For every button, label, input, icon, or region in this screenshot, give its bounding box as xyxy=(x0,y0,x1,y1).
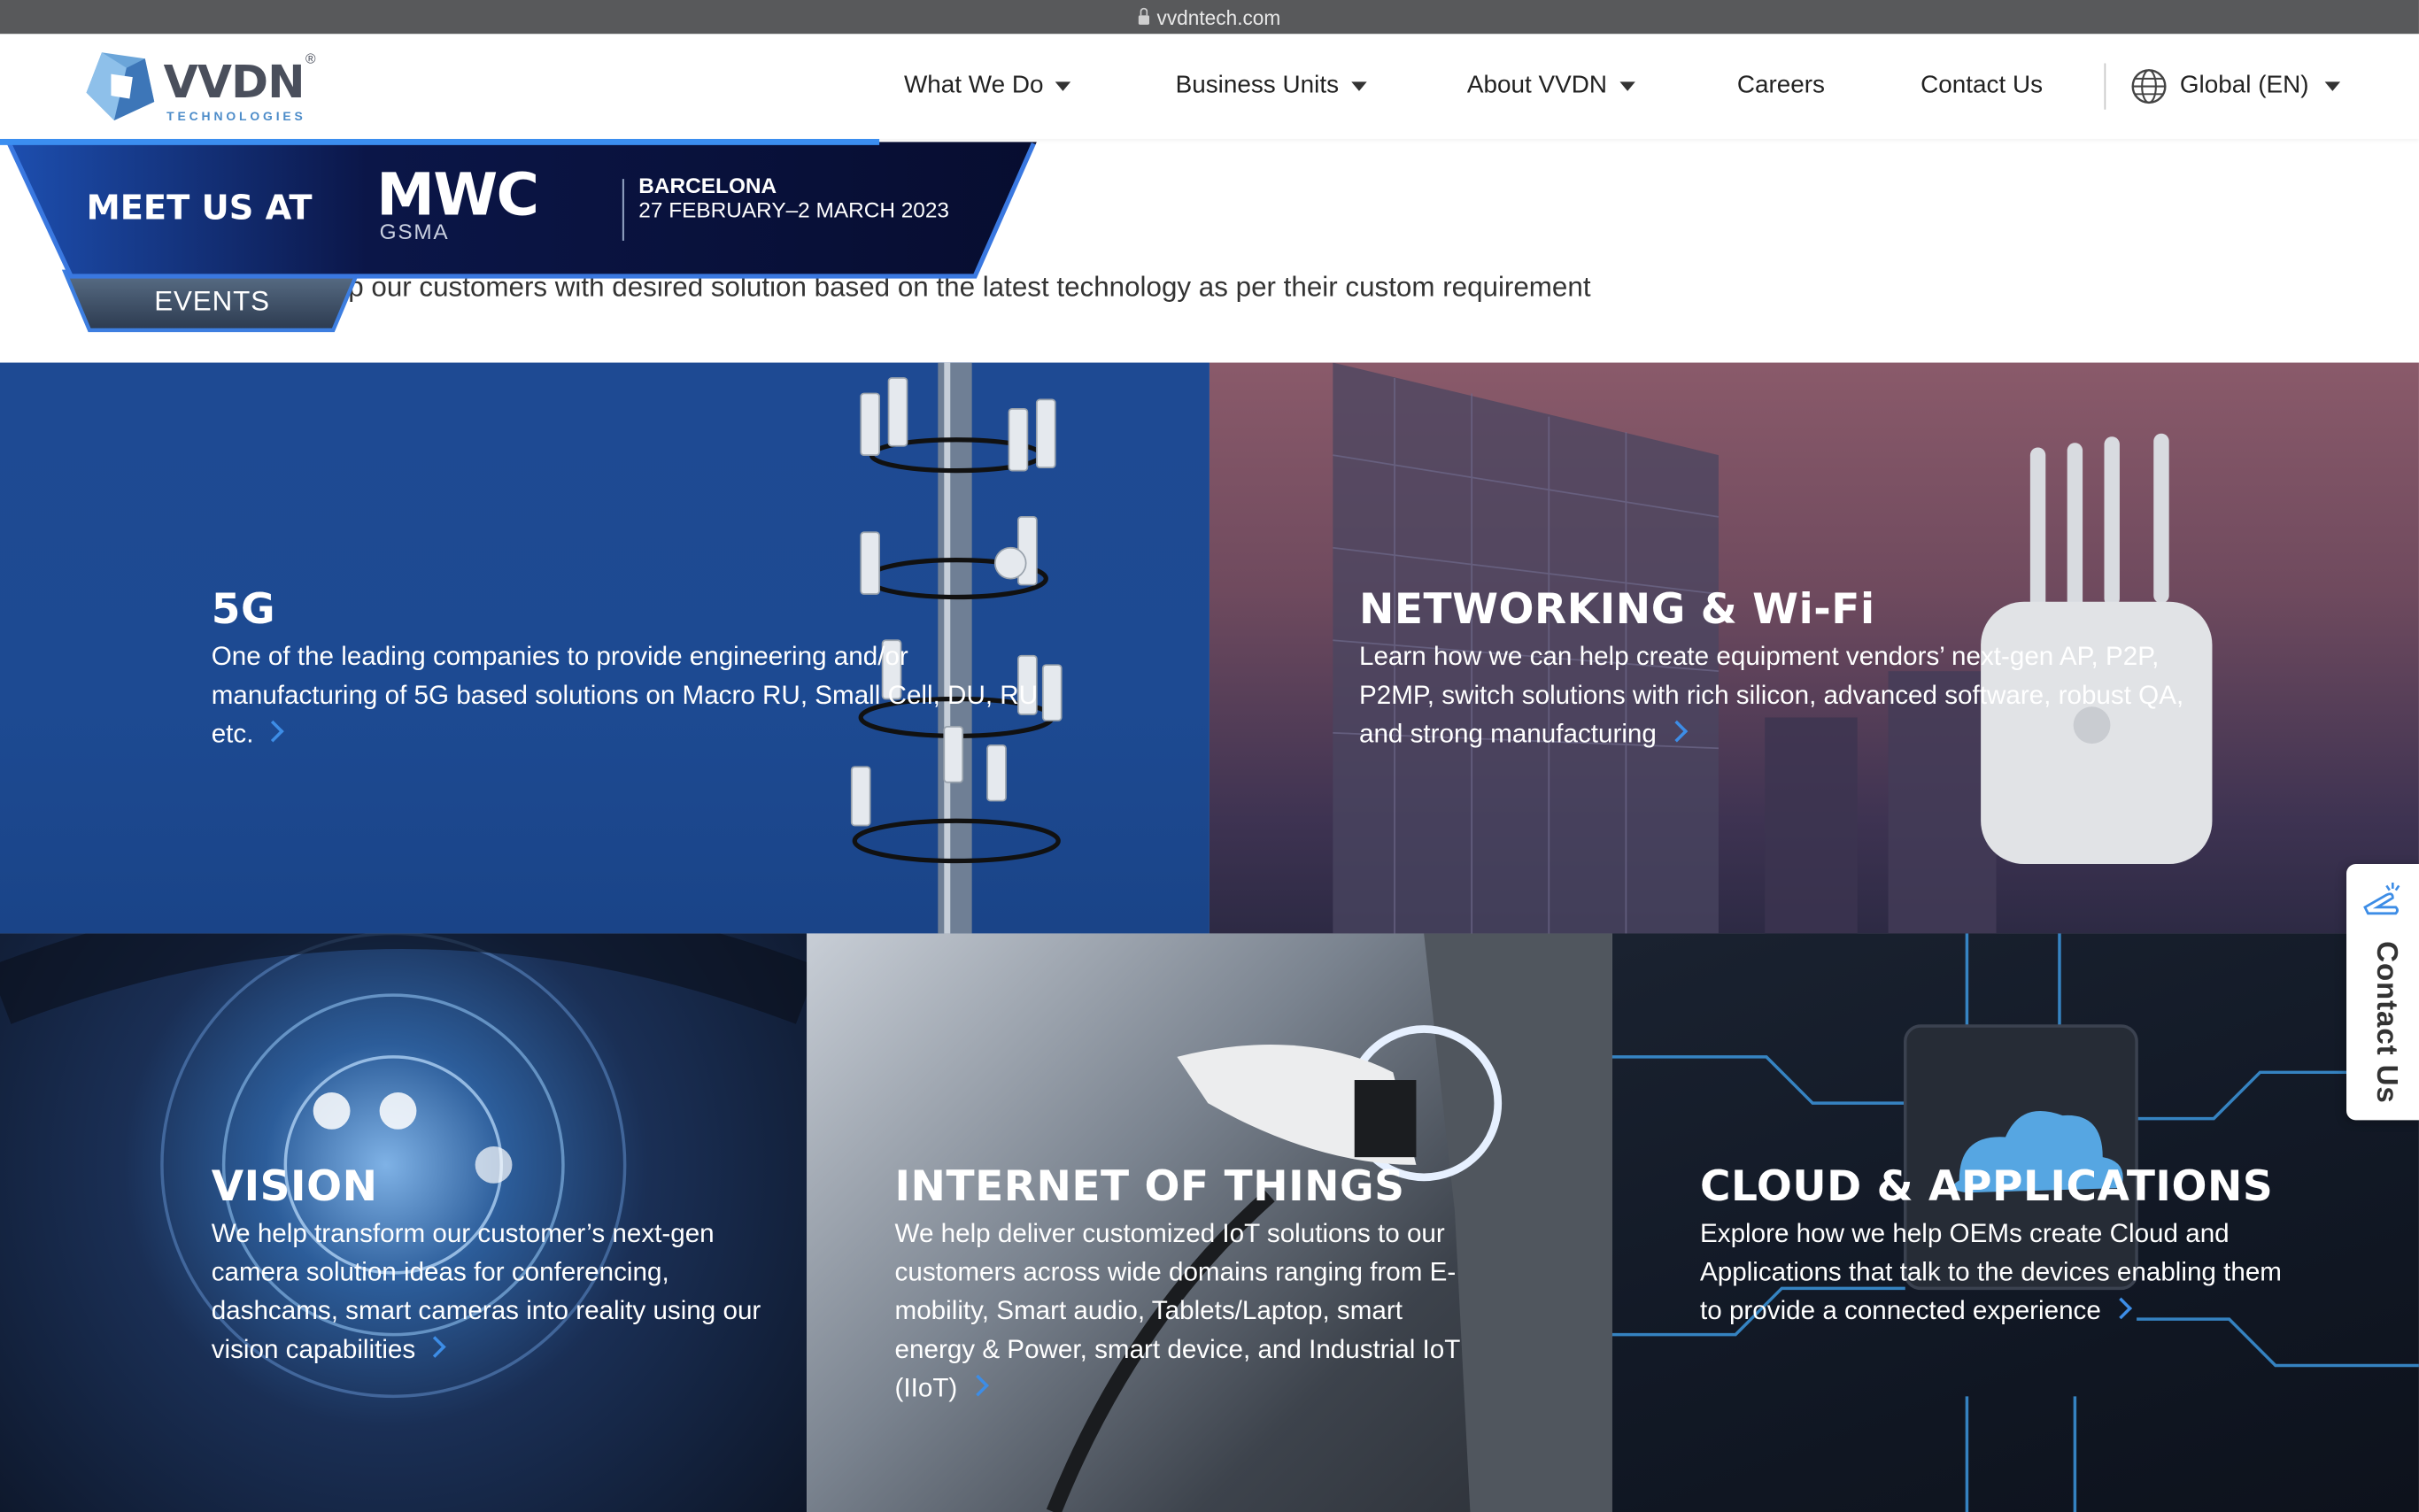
chevron-right-icon[interactable] xyxy=(2110,1297,2132,1320)
page: vvdntech.com VVDN ® TECHNOLOGIES What We… xyxy=(0,0,2419,1512)
chevron-down-icon xyxy=(1619,81,1635,91)
vvdn-logo[interactable]: VVDN ® TECHNOLOGIES xyxy=(81,43,328,130)
tile-title: VISION xyxy=(211,1163,378,1212)
hand-pointer-icon xyxy=(2363,882,2400,915)
logo-wordmark: VVDN xyxy=(163,55,305,109)
tile-vision[interactable]: VISION We help transform our customer’s … xyxy=(0,933,808,1512)
nav-what-we-do[interactable]: What We Do xyxy=(904,73,1071,100)
browser-url-bar[interactable]: vvdntech.com xyxy=(0,0,2419,35)
logo-subtitle: TECHNOLOGIES xyxy=(166,109,306,124)
tile-internet-of-things[interactable]: INTERNET OF THINGS We help deliver custo… xyxy=(807,933,1612,1512)
chevron-right-icon[interactable] xyxy=(424,1336,447,1358)
tile-title: NETWORKING & Wi-Fi xyxy=(1358,586,1875,635)
chevron-right-icon[interactable] xyxy=(966,1374,989,1397)
tile-title: 5G xyxy=(211,586,276,635)
nav-label: About VVDN xyxy=(1466,72,1607,99)
banner-city: BARCELONA xyxy=(638,173,777,198)
logo-mark-icon xyxy=(86,52,155,120)
banner-dates: 27 FEBRUARY–2 MARCH 2023 xyxy=(638,197,950,222)
language-selector[interactable]: Global (EN) xyxy=(2130,68,2340,105)
chevron-right-icon[interactable] xyxy=(1665,720,1688,743)
tile-description: We help deliver customized IoT solutions… xyxy=(894,1218,1460,1403)
nav-careers[interactable]: Careers xyxy=(1737,73,1825,100)
chevron-right-icon[interactable] xyxy=(262,720,285,743)
nav-label: Contact Us xyxy=(1921,72,2044,99)
chevron-down-icon xyxy=(2323,81,2340,91)
tile-description: Explore how we help OEMs create Cloud an… xyxy=(1700,1218,2282,1326)
tile-title: INTERNET OF THINGS xyxy=(894,1163,1405,1212)
site-header: VVDN ® TECHNOLOGIES What We Do Business … xyxy=(0,34,2419,139)
logo-registered-mark: ® xyxy=(305,50,316,66)
language-label: Global (EN) xyxy=(2179,72,2309,99)
chevron-down-icon xyxy=(1055,81,1071,91)
nav-business-units[interactable]: Business Units xyxy=(1176,73,1367,100)
tile-description: One of the leading companies to provide … xyxy=(211,642,1039,749)
banner-event-name: MWC xyxy=(376,160,539,228)
tile-cloud-applications[interactable]: CLOUD & APPLICATIONS Explore how we help… xyxy=(1611,933,2419,1512)
contact-tab-label: Contact Us xyxy=(2369,941,2402,1104)
banner-events-tab[interactable]: EVENTS xyxy=(154,285,270,318)
nav-label: Careers xyxy=(1736,72,1825,99)
floating-contact-us-tab[interactable]: Contact Us xyxy=(2346,864,2419,1121)
tile-description: Learn how we can help create equipment v… xyxy=(1358,642,2184,749)
chevron-down-icon xyxy=(1350,81,1367,91)
nav-label: What We Do xyxy=(903,72,1044,99)
url-text: vvdntech.com xyxy=(1156,5,1281,29)
banner-meet-text: MEET US AT xyxy=(86,189,313,228)
tile-5g[interactable]: 5G One of the leading companies to provi… xyxy=(0,362,1210,934)
globe-icon xyxy=(2131,69,2167,104)
nav-contact-us[interactable]: Contact Us xyxy=(1921,73,2043,100)
nav-about-vvdn[interactable]: About VVDN xyxy=(1467,73,1635,100)
tile-title: CLOUD & APPLICATIONS xyxy=(1700,1163,2274,1212)
nav-label: Business Units xyxy=(1175,72,1340,99)
nav-divider xyxy=(2104,63,2106,110)
lock-icon xyxy=(1138,7,1149,25)
banner-org: GSMA xyxy=(379,219,450,244)
tile-description: We help transform our customer’s next-ge… xyxy=(211,1218,761,1364)
mwc-event-banner[interactable]: MEET US AT MWC GSMA BARCELONA 27 FEBRUAR… xyxy=(0,138,1049,340)
tile-networking-wifi[interactable]: NETWORKING & Wi-Fi Learn how we can help… xyxy=(1209,362,2419,934)
